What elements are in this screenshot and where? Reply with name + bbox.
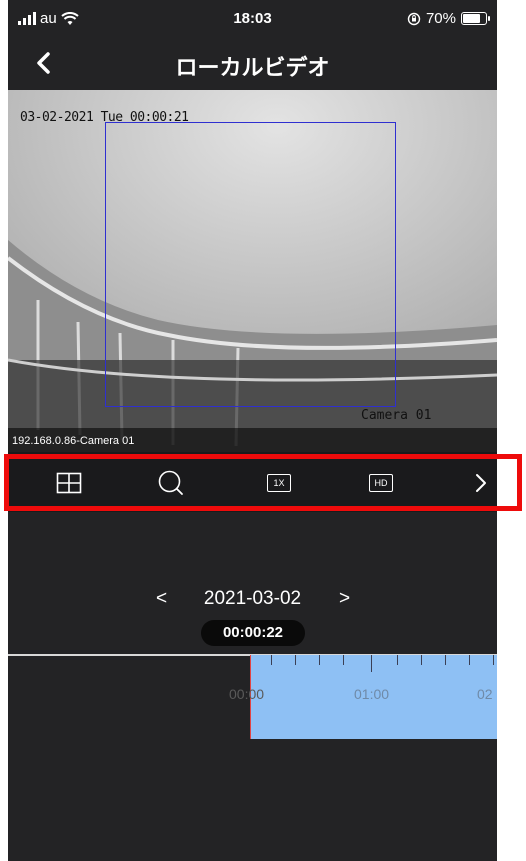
- timeline-tick: [319, 655, 320, 665]
- timeline-label-start: 00:00: [229, 686, 265, 702]
- battery-icon: [461, 12, 490, 25]
- current-time-pill: 00:00:22: [201, 620, 305, 646]
- phone-screen: au 18:03 70% ローカルビデオ 03-02-2021 Tue 00:0…: [8, 0, 497, 861]
- battery-percent: 70%: [425, 10, 456, 27]
- grid-icon: [56, 472, 82, 494]
- player-toolbar: 1X HD: [8, 452, 497, 512]
- timeline-label-hour: 01:00: [354, 686, 390, 702]
- timeline-label-next: 02: [477, 686, 493, 702]
- recording-segment[interactable]: 00:00 01:00 02: [229, 655, 497, 739]
- video-player[interactable]: 03-02-2021 Tue 00:00:21 Camera 01 192.16…: [8, 90, 497, 452]
- quality-label: HD: [369, 474, 393, 492]
- quality-button[interactable]: HD: [366, 468, 396, 498]
- timeline-tick: [445, 655, 446, 665]
- detection-region: [105, 122, 396, 407]
- battery-info: 70%: [407, 10, 490, 27]
- timeline-tick: [469, 655, 470, 665]
- date-value[interactable]: 2021-03-02: [8, 588, 497, 610]
- nav-bar: ローカルビデオ: [8, 36, 497, 90]
- timeline-tick: [343, 655, 344, 665]
- search-icon: [158, 470, 183, 495]
- orientation-lock-icon: [407, 12, 421, 25]
- date-selector: < 2021-03-02 >: [8, 588, 497, 618]
- timeline-tick-major: [371, 655, 372, 672]
- speed-label: 1X: [267, 474, 291, 492]
- source-label: 192.168.0.86-Camera 01: [12, 435, 135, 447]
- timeline-tick: [397, 655, 398, 665]
- chevron-right-icon: [476, 474, 486, 492]
- next-date-button[interactable]: >: [339, 588, 350, 610]
- layout-grid-button[interactable]: [54, 468, 84, 498]
- more-button[interactable]: [466, 468, 496, 498]
- camera-label: Camera 01: [361, 408, 432, 423]
- zoom-button[interactable]: [156, 468, 186, 498]
- speed-button[interactable]: 1X: [264, 468, 294, 498]
- page-title: ローカルビデオ: [175, 55, 330, 80]
- status-bar: au 18:03 70%: [8, 0, 497, 36]
- timeline-tick: [493, 655, 494, 665]
- timeline-tick: [421, 655, 422, 665]
- timeline-tick: [295, 655, 296, 665]
- timeline-tick: [271, 655, 272, 665]
